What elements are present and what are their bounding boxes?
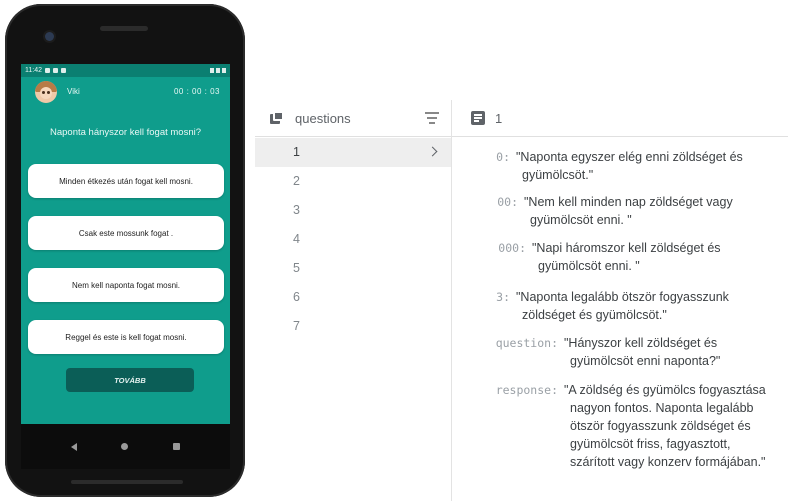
answer-option[interactable]: Csak este mossunk fogat . — [28, 216, 224, 250]
field-key: 0: — [496, 150, 510, 164]
phone-speaker — [71, 480, 183, 484]
list-item[interactable]: 5 — [255, 254, 451, 283]
home-icon[interactable] — [121, 443, 129, 450]
sync-icon — [61, 68, 66, 73]
list-item[interactable]: 4 — [255, 225, 451, 254]
collection-icon — [270, 111, 284, 124]
user-name: Viki — [67, 87, 80, 96]
document-icon — [471, 111, 485, 125]
android-nav-bar — [21, 424, 230, 469]
document-id-label: 3 — [293, 203, 300, 217]
field-key: response: — [495, 383, 558, 397]
status-bar: 11:42 — [21, 64, 230, 77]
field-key: 3: — [496, 290, 510, 304]
chevron-right-icon — [427, 146, 438, 157]
field-key: 00: — [497, 195, 518, 209]
avatar[interactable] — [35, 81, 57, 103]
phone-screen: 11:42 Viki 00 : 00 : 03 Naponta hányszor… — [21, 64, 230, 469]
list-item[interactable]: 1 — [255, 138, 451, 167]
collection-title: questions — [295, 111, 351, 126]
notification-icon — [53, 68, 58, 73]
recent-apps-icon[interactable] — [172, 443, 180, 450]
back-icon[interactable] — [71, 442, 78, 451]
field-key: question: — [495, 336, 558, 350]
list-item[interactable]: 2 — [255, 167, 451, 196]
app-header: Viki 00 : 00 : 03 — [21, 77, 230, 107]
stage: 11:42 Viki 00 : 00 : 03 Naponta hányszor… — [0, 0, 788, 501]
signal-icon — [216, 68, 220, 73]
document-id-label: 6 — [293, 290, 300, 304]
document-title: 1 — [495, 111, 503, 126]
quiz-timer: 00 : 00 : 03 — [173, 87, 220, 96]
phone-frame: 11:42 Viki 00 : 00 : 03 Naponta hányszor… — [5, 4, 245, 497]
field-key: 000: — [498, 241, 526, 255]
field-value: "A zöldség és gyümölcs fogyasztása nagyo… — [564, 383, 766, 469]
list-item[interactable]: 7 — [255, 312, 451, 341]
wifi-icon — [210, 68, 214, 73]
document-id-label: 1 — [293, 145, 300, 159]
answer-option[interactable]: Reggel és este is kell fogat mosni. — [28, 320, 224, 354]
field-value: "Napi háromszor kell zöldséget és gyümöl… — [532, 241, 721, 273]
field-value: "Nem kell minden nap zöldséget vagy gyüm… — [524, 195, 733, 227]
column-divider — [451, 100, 452, 501]
status-time: 11:42 — [25, 67, 42, 74]
filter-icon[interactable] — [425, 112, 439, 124]
document-id-label: 7 — [293, 319, 300, 333]
field-value: "Hányszor kell zöldséget és gyümölcsöt e… — [564, 336, 721, 368]
answer-option[interactable]: Nem kell naponta fogat mosni. — [28, 268, 224, 302]
firestore-panel: questions 1 1 2 3 4 5 6 7 0: "Naponta eg… — [255, 100, 788, 501]
list-item[interactable]: 6 — [255, 283, 451, 312]
document-list: 1 2 3 4 5 6 7 — [255, 138, 451, 341]
list-item[interactable]: 3 — [255, 196, 451, 225]
settings-icon — [45, 68, 50, 73]
phone-earpiece — [100, 26, 148, 31]
answer-option[interactable]: Minden étkezés után fogat kell mosni. — [28, 164, 224, 198]
document-id-label: 2 — [293, 174, 300, 188]
battery-icon — [222, 68, 226, 73]
field-value: "Naponta egyszer elég enni zöldséget és … — [516, 150, 743, 182]
document-id-label: 5 — [293, 261, 300, 275]
next-button[interactable]: TOVÁBB — [66, 368, 194, 392]
document-id-label: 4 — [293, 232, 300, 246]
phone-camera — [45, 32, 54, 41]
field-value: "Naponta legalább ötször fogyasszunk zöl… — [516, 290, 729, 322]
question-text: Naponta hányszor kell fogat mosni? — [49, 127, 202, 138]
panel-header: questions 1 — [255, 100, 788, 137]
